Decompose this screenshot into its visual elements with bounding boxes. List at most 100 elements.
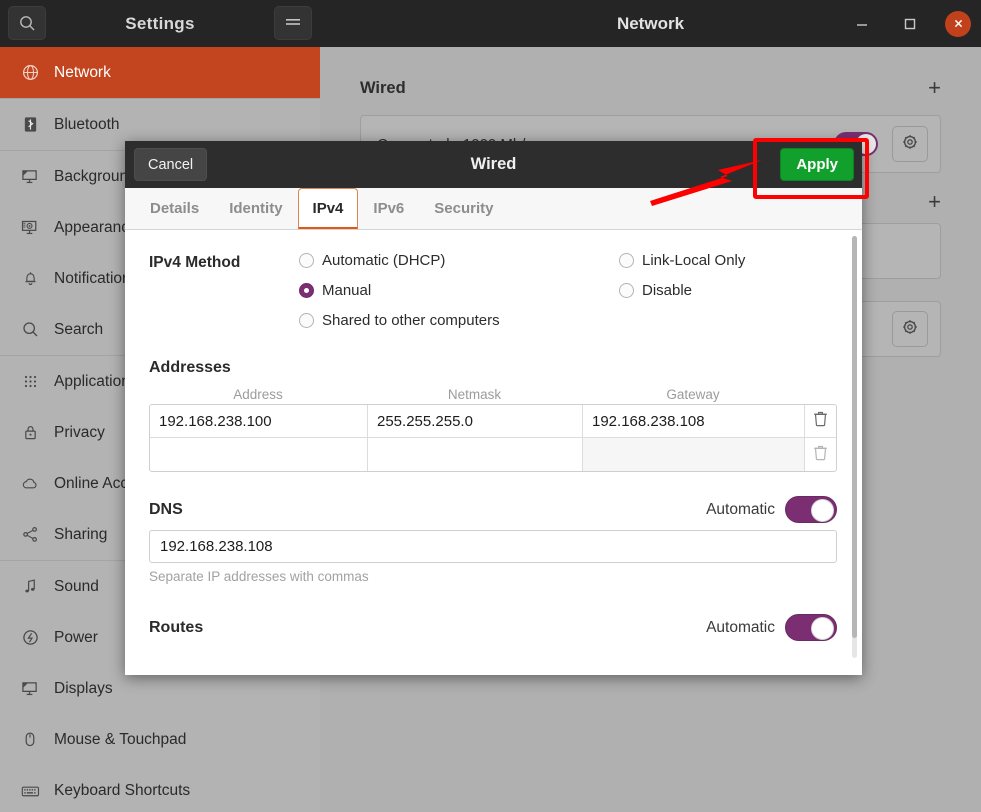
scrollbar-thumb[interactable] [852,236,857,638]
sidebar-label: Privacy [54,423,105,441]
gear-icon [901,318,919,341]
gateway-input[interactable]: 192.168.238.108 [583,405,805,437]
ipv4-method-options-left: Automatic (DHCP) Manual Shared to other … [299,252,619,329]
keyboard-icon [18,784,42,798]
radio-automatic-dhcp[interactable]: Automatic (DHCP) [299,252,619,269]
music-note-icon [18,578,42,595]
gateway-input[interactable] [583,438,805,471]
radio-label: Automatic (DHCP) [322,252,446,269]
ipv4-method-row: IPv4 Method Automatic (DHCP) Manual Shar… [149,252,836,329]
sidebar-label: Mouse & Touchpad [54,730,187,748]
globe-icon [18,64,42,81]
radio-manual[interactable]: Manual [299,282,619,299]
sidebar-label: Sound [54,577,99,595]
maximize-button[interactable] [897,11,923,37]
gear-icon [901,133,919,156]
wired-settings-dialog: Cancel Wired Apply Details Identity IPv4… [125,141,862,675]
ipv4-method-label: IPv4 Method [149,254,241,271]
bell-icon [18,270,42,287]
radio-label: Link-Local Only [642,252,746,269]
addresses-heading: Addresses [149,359,231,376]
column-header-address: Address [233,387,283,402]
appearance-icon [18,219,42,236]
dialog-tabs[interactable]: Details Identity IPv4 IPv6 Security [125,188,862,230]
radio-link-local-only[interactable]: Link-Local Only [619,252,745,269]
settings-title: Settings [125,13,195,33]
sidebar-item-keyboard-shortcuts[interactable]: Keyboard Shortcuts [0,765,320,812]
add-vpn-button[interactable]: + [928,191,941,213]
sidebar-label: Displays [54,679,113,697]
cancel-button[interactable]: Cancel [134,148,208,181]
dns-header-row: DNS Automatic [149,496,837,523]
table-row[interactable] [150,438,836,471]
radio-label: Disable [642,282,693,299]
address-input[interactable]: 192.168.238.100 [150,405,368,437]
radio-disable[interactable]: Disable [619,282,745,299]
proxy-settings-button[interactable] [892,311,928,347]
column-header-gateway: Gateway [666,387,720,402]
delete-address-button[interactable] [805,438,836,471]
wired-heading: Wired [360,78,406,97]
dialog-scrollbar[interactable] [852,236,857,658]
addresses-table: 192.168.238.100 255.255.255.0 192.168.23… [149,404,837,472]
trash-icon [813,410,828,432]
ipv4-method-options-right: Link-Local Only Disable [619,252,745,329]
screen-root: Settings Network Bluetooth Background Ap… [0,0,981,812]
dns-servers-input[interactable]: 192.168.238.108 [149,530,837,563]
radio-indicator-selected [299,283,314,298]
mouse-icon [18,731,42,748]
grid-dots-icon [18,374,42,389]
radio-indicator [619,253,634,268]
radio-indicator [299,253,314,268]
window-controls [849,0,971,47]
sidebar-label: Keyboard Shortcuts [54,781,191,799]
radio-indicator [299,313,314,328]
sidebar-item-network[interactable]: Network [0,47,320,98]
tab-ipv6[interactable]: IPv6 [358,188,419,229]
sidebar-item-mouse-touchpad[interactable]: Mouse & Touchpad [0,714,320,765]
share-icon [18,526,42,543]
routes-automatic-control: Automatic [706,614,837,641]
netmask-input[interactable]: 255.255.255.0 [368,405,583,437]
cloud-icon [18,477,42,491]
address-input[interactable] [150,438,368,471]
sidebar-label: Search [54,320,104,338]
table-row[interactable]: 192.168.238.100 255.255.255.0 192.168.23… [150,405,836,438]
column-header-netmask: Netmask [447,387,502,402]
search-icon [18,321,42,338]
add-wired-button[interactable]: + [928,77,941,99]
routes-header-row: Routes Automatic [149,614,837,641]
dialog-titlebar: Cancel Wired Apply [125,141,862,188]
netmask-input[interactable] [368,438,583,471]
dns-automatic-label: Automatic [706,500,775,518]
bluetooth-icon [18,116,42,133]
dns-automatic-toggle[interactable] [785,496,837,523]
monitor-icon [18,168,42,185]
sidebar-label: Power [54,628,98,646]
sidebar-label: Network [54,63,111,81]
sidebar-label: Sharing [54,525,108,543]
tab-identity[interactable]: Identity [214,188,297,229]
minimize-button[interactable] [849,11,875,37]
radio-label: Shared to other computers [322,312,500,329]
dns-hint: Separate IP addresses with commas [149,569,369,584]
ipv4-method-options: Automatic (DHCP) Manual Shared to other … [299,252,836,329]
tab-security[interactable]: Security [419,188,508,229]
dns-automatic-control: Automatic [706,496,837,523]
routes-automatic-toggle[interactable] [785,614,837,641]
hamburger-menu-icon [284,16,302,30]
trash-icon [813,444,828,466]
apply-button[interactable]: Apply [780,148,854,181]
tab-ipv4[interactable]: IPv4 [297,188,359,229]
wired-section-header: Wired + [360,77,941,99]
radio-shared-to-other-computers[interactable]: Shared to other computers [299,312,619,329]
ipv4-panel: IPv4 Method Automatic (DHCP) Manual Shar… [125,230,862,675]
settings-menu-button[interactable] [274,6,312,40]
wired-settings-button[interactable] [892,126,928,162]
network-titlebar: Network [320,0,981,47]
tab-details[interactable]: Details [135,188,214,229]
radio-indicator [619,283,634,298]
delete-address-button[interactable] [805,405,836,437]
close-button[interactable] [945,10,971,37]
search-button[interactable] [8,6,46,40]
